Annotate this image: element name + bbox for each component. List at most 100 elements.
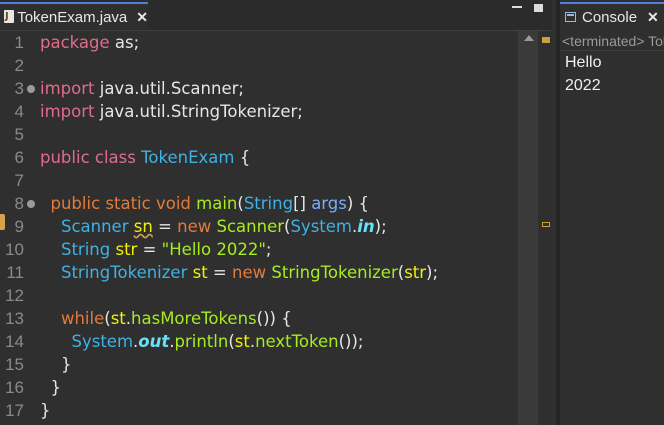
code-token: st (110, 309, 126, 328)
fold-icon[interactable] (27, 200, 35, 208)
console-output-line: Hello (565, 54, 602, 71)
line-number: 7 (14, 171, 24, 190)
line-number: 15 (5, 355, 24, 374)
code-token: println (174, 332, 229, 351)
line-number: 5 (14, 125, 24, 144)
code-token: } (40, 401, 51, 420)
line-number: 12 (5, 286, 24, 305)
code-token: "Hello 2022" (161, 240, 266, 259)
java-file-icon: J (3, 10, 14, 24)
code-token: = (152, 217, 178, 236)
code-token: void (155, 194, 191, 213)
code-token: main (196, 194, 238, 213)
code-line[interactable]: String str = "Hello 2022"; (40, 238, 272, 261)
code-token: ) { (346, 194, 370, 213)
console-output-line: 2022 (565, 77, 601, 94)
code-token: public (50, 194, 101, 213)
editor-pane[interactable]: J TokenExam.java ✕ 1 2 3 4 5 6 7 8 9 10 11 12 13 14 15… (0, 0, 552, 425)
code-token: String (60, 240, 111, 259)
code-token: st (234, 332, 250, 351)
line-number: 2 (14, 56, 24, 75)
console-pane[interactable]: Console ✕ <terminated> TokenExam [Java A… (556, 0, 664, 425)
line-number-gutter: 1 2 3 4 5 6 7 8 9 10 11 12 13 14 15 16 17 (0, 31, 36, 425)
code-line[interactable]: System.out.println(st.nextToken()); (40, 330, 363, 353)
console-tab-title: Console (582, 8, 638, 26)
code-token: import (40, 79, 95, 98)
editor-tab[interactable]: J TokenExam.java ✕ (0, 2, 148, 30)
code-token: st (192, 263, 208, 282)
code-token: ; (265, 240, 272, 259)
code-line[interactable]: public static void main(String[] args) { (40, 192, 370, 215)
code-line[interactable]: Scanner sn = new Scanner(System.in); (40, 215, 387, 238)
code-line[interactable]: } (40, 399, 51, 422)
line-number: 14 (5, 332, 24, 351)
code-token: Scanner (60, 217, 129, 236)
line-number: 17 (5, 401, 24, 420)
overview-marker[interactable] (542, 37, 550, 43)
code-token: java.util.Scanner; (94, 79, 244, 98)
vertical-scrollbar[interactable] (518, 31, 538, 425)
code-token: out (138, 332, 170, 351)
code-token: } (40, 378, 61, 397)
maximize-icon[interactable] (534, 4, 543, 12)
code-token: String (243, 194, 294, 213)
code-token: str (404, 263, 427, 282)
code-token: ()) { (256, 309, 292, 328)
code-token: static (105, 194, 151, 213)
console-tab[interactable]: Console ✕ (560, 2, 664, 30)
scroll-up-icon[interactable] (524, 35, 534, 41)
code-line[interactable]: public class TokenExam { (40, 146, 250, 169)
code-token: ); (374, 217, 387, 236)
code-token: nextToken (255, 332, 339, 351)
line-number: 8 (14, 194, 24, 213)
code-token: = (207, 263, 233, 282)
code-token: hasMoreTokens (131, 309, 257, 328)
close-icon[interactable]: ✕ (136, 9, 148, 26)
code-token: TokenExam (141, 148, 235, 167)
editor-tab-title: TokenExam.java (17, 8, 128, 26)
editor-tabbar: J TokenExam.java ✕ (0, 0, 552, 31)
line-number: 10 (5, 240, 24, 259)
code-token: while (60, 309, 105, 328)
code-token: StringTokenizer (60, 263, 188, 282)
code-token: str (115, 240, 138, 259)
code-token: import (40, 102, 95, 121)
code-token: public (40, 148, 90, 167)
code-line[interactable]: } (40, 353, 72, 376)
code-token: System (290, 217, 352, 236)
line-number: 13 (5, 309, 24, 328)
warning-marker-icon[interactable] (0, 214, 5, 230)
code-token: } (40, 355, 72, 374)
code-line[interactable]: import java.util.StringTokenizer; (40, 100, 303, 123)
code-line[interactable]: package as; (40, 31, 139, 54)
minimize-icon[interactable] (512, 6, 522, 8)
code-token: args (311, 194, 347, 213)
code-token: ); (426, 263, 439, 282)
code-token: new (177, 217, 212, 236)
close-icon[interactable]: ✕ (647, 9, 659, 26)
line-number: 11 (6, 263, 24, 282)
code-line[interactable]: import java.util.Scanner; (40, 77, 244, 100)
code-token: sn (133, 217, 153, 236)
overview-ruler (538, 31, 552, 425)
code-token: class (94, 148, 136, 167)
line-number: 1 (14, 33, 24, 52)
code-line[interactable]: } (40, 376, 61, 399)
code-line[interactable]: while(st.hasMoreTokens()) { (40, 307, 292, 330)
line-number: 6 (14, 148, 24, 167)
code-line[interactable]: StringTokenizer st = new StringTokenizer… (40, 261, 438, 284)
code-token: ()); (338, 332, 364, 351)
code-token: in (357, 217, 375, 236)
code-token: { (234, 148, 251, 167)
code-token: System (71, 332, 134, 351)
code-area[interactable]: package as; import java.util.Scanner; impo… (40, 31, 518, 425)
console-status: <terminated> TokenExam [Java Application… (560, 33, 664, 51)
code-token: [] (293, 194, 312, 213)
fold-icon[interactable] (27, 85, 35, 93)
overview-warning-marker[interactable] (542, 222, 550, 227)
